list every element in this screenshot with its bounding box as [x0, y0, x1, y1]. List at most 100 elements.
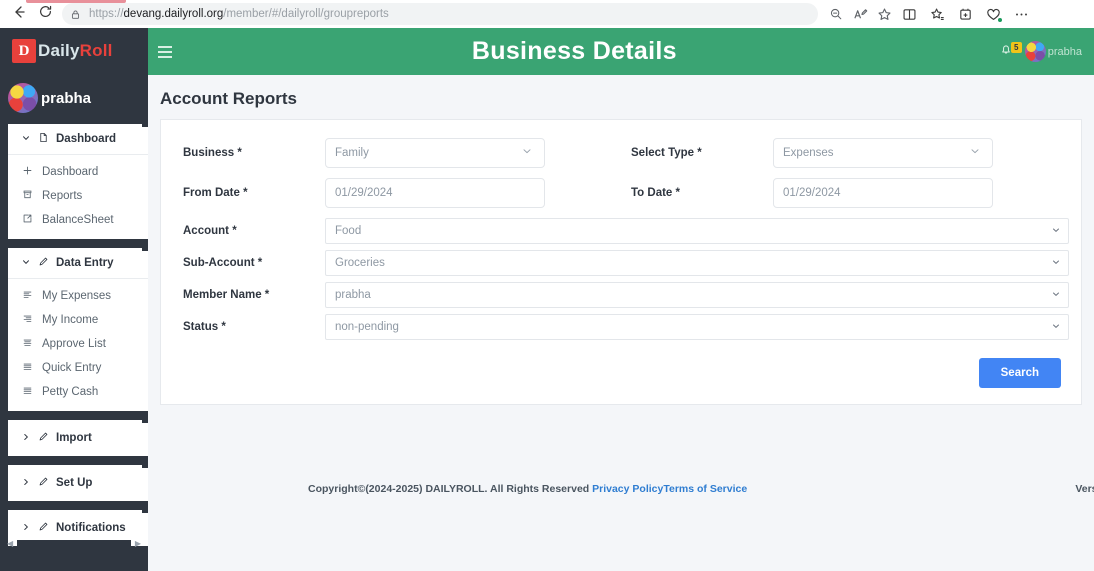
member-name-select[interactable]: prabha: [325, 282, 1069, 308]
pencil-icon: [38, 476, 49, 490]
privacy-policy-link[interactable]: Privacy Policy: [592, 483, 663, 495]
field-label-from-date: From Date *: [183, 187, 248, 199]
file-icon: [38, 132, 49, 146]
zoom-out-icon[interactable]: [824, 3, 848, 25]
sidebar-item-my-income[interactable]: My Income: [8, 308, 148, 332]
sidebar-item-quick-entry[interactable]: Quick Entry: [8, 356, 148, 380]
external-link-icon: [22, 213, 33, 227]
sidebar-item-dashboard[interactable]: Dashboard: [8, 160, 148, 184]
brand-word-daily: Daily: [38, 41, 80, 60]
list-icon: [22, 361, 33, 375]
account-select[interactable]: Food: [325, 218, 1069, 244]
sidebar-horizontal-scrollbar[interactable]: ◀ ▶: [7, 538, 141, 549]
sidebar-item-label: My Expenses: [42, 290, 112, 302]
nav-group-label: Data Entry: [56, 257, 114, 269]
search-row: Search: [173, 358, 1069, 388]
url-text: https://devang.dailyroll.org/member/#/da…: [89, 8, 389, 20]
from-date-wrap: 01/29/2024: [325, 178, 621, 208]
nav-items-data-entry: My Expenses My Income Approve List Quick…: [8, 279, 148, 411]
field-from-date: From Date * 01/29/2024: [173, 178, 621, 208]
form-row-2: From Date * 01/29/2024 To Date * 01/29/2…: [173, 178, 1069, 208]
chevron-right-icon: [21, 477, 31, 490]
tab-strip-indicator: [26, 0, 126, 3]
sidebar-item-label: Approve List: [42, 338, 106, 350]
nav-group-header-dashboard[interactable]: Dashboard: [8, 124, 148, 155]
chevron-right-icon: [21, 432, 31, 445]
notification-bell-button[interactable]: 5: [999, 41, 1022, 62]
from-date-input[interactable]: 01/29/2024: [325, 178, 545, 208]
scroll-left-arrow-icon[interactable]: ◀: [7, 539, 13, 548]
status-select[interactable]: non-pending: [325, 314, 1069, 340]
list-icon: [22, 289, 33, 303]
nav-group-label: Notifications: [56, 522, 126, 534]
footer-copyright-block: Copyright©(2024-2025) DAILYROLL. All Rig…: [308, 483, 747, 495]
nav-group-label: Import: [56, 432, 92, 444]
back-button[interactable]: [6, 1, 32, 27]
sidebar-item-label: My Income: [42, 314, 99, 326]
field-select-type: Select Type * Expenses: [621, 138, 1069, 168]
sidebar-item-approve-list[interactable]: Approve List: [8, 332, 148, 356]
footer-copyright-text: Copyright©(2024-2025) DAILYROLL. All Rig…: [308, 483, 593, 495]
avatar: [1024, 41, 1046, 62]
read-aloud-icon[interactable]: [848, 3, 872, 25]
page-title: Business Details: [471, 37, 677, 65]
sidebar-item-my-expenses[interactable]: My Expenses: [8, 284, 148, 308]
pencil-icon: [38, 521, 49, 535]
chevron-down-icon: [21, 133, 31, 146]
pencil-icon: [38, 431, 49, 445]
collections-icon[interactable]: [952, 2, 978, 26]
field-to-date: To Date * 01/29/2024: [621, 178, 1069, 208]
address-bar[interactable]: https://devang.dailyroll.org/member/#/da…: [62, 3, 818, 25]
field-label-to-date: To Date *: [631, 187, 680, 199]
reload-icon: [38, 4, 53, 24]
reload-button[interactable]: [32, 1, 58, 27]
topbar-user-menu[interactable]: prabha: [1024, 41, 1082, 62]
terms-of-service-link[interactable]: Terms of Service: [663, 483, 747, 495]
nav-group-dashboard: Dashboard Dashboard Reports BalanceSheet: [8, 121, 148, 239]
split-screen-icon[interactable]: [896, 2, 922, 26]
sidebar-item-balancesheet[interactable]: BalanceSheet: [8, 208, 148, 232]
sidebar-item-label: BalanceSheet: [42, 214, 114, 226]
browser-toolbar: https://devang.dailyroll.org/member/#/da…: [0, 0, 1094, 28]
topbar-user-name: prabha: [1047, 45, 1082, 58]
sub-account-select[interactable]: Groceries: [325, 250, 1069, 276]
scrollbar-track[interactable]: [17, 540, 131, 547]
brand-badge-icon: D: [12, 39, 36, 63]
field-business: Business * Family: [173, 138, 621, 168]
search-button[interactable]: Search: [978, 358, 1061, 388]
pencil-icon: [38, 256, 49, 270]
sidebar-item-reports[interactable]: Reports: [8, 184, 148, 208]
main-content: Account Reports Business * Family Select…: [148, 75, 1094, 571]
nav-group-label: Dashboard: [56, 133, 117, 145]
favorites-list-icon[interactable]: [924, 2, 950, 26]
brand-logo[interactable]: D DailyRoll: [0, 28, 148, 74]
chevron-down-icon: [21, 257, 31, 270]
nav-group-set-up: Set Up: [8, 462, 148, 501]
plus-icon: [22, 165, 33, 179]
nav-group-import: Import: [8, 417, 148, 456]
sidebar-item-label: Petty Cash: [42, 386, 99, 398]
field-label-account: Account *: [183, 225, 237, 237]
select-type-select[interactable]: Expenses: [773, 138, 993, 168]
footer-links: Privacy PolicyTerms of Service: [592, 483, 747, 495]
list-icon: [22, 313, 33, 327]
scroll-right-arrow-icon[interactable]: ▶: [135, 539, 141, 548]
nav-group-header-import[interactable]: Import: [8, 420, 148, 456]
sidebar-item-petty-cash[interactable]: Petty Cash: [8, 380, 148, 404]
favorite-star-icon[interactable]: [872, 3, 896, 25]
to-date-input[interactable]: 01/29/2024: [773, 178, 993, 208]
sidebar-user[interactable]: prabha: [0, 74, 148, 122]
nav-group-header-set-up[interactable]: Set Up: [8, 465, 148, 501]
sidebar-nav: Dashboard Dashboard Reports BalanceSheet…: [8, 121, 148, 546]
more-options-icon[interactable]: [1008, 2, 1034, 26]
lock-icon: [70, 9, 81, 20]
to-date-wrap: 01/29/2024: [773, 178, 1069, 208]
sub-account-select-wrap: Groceries: [325, 250, 1069, 276]
nav-group-header-data-entry[interactable]: Data Entry: [8, 248, 148, 279]
status-select-wrap: non-pending: [325, 314, 1069, 340]
browser-essentials-icon[interactable]: [980, 2, 1006, 26]
sidebar-item-label: Reports: [42, 190, 83, 202]
business-select[interactable]: Family: [325, 138, 545, 168]
account-select-wrap: Food: [325, 218, 1069, 244]
notification-badge: 5: [1010, 41, 1022, 53]
